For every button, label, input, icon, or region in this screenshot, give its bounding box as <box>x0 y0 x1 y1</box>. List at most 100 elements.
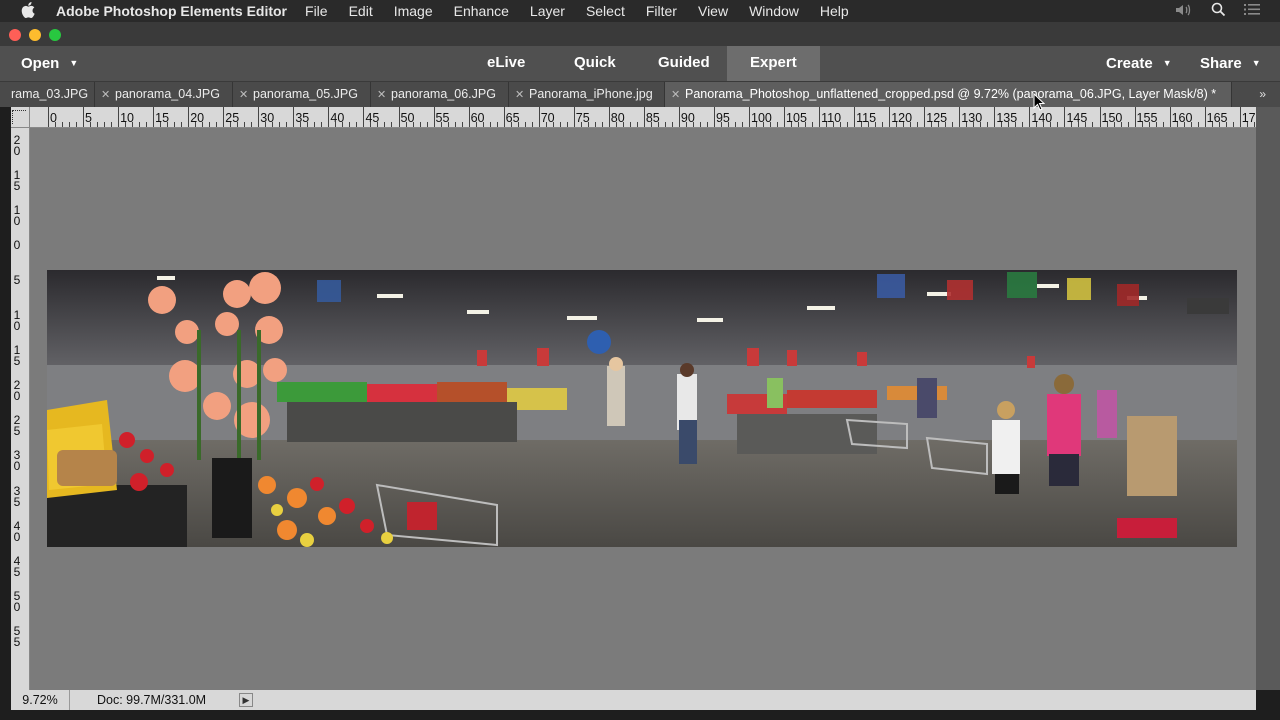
ruler-minor-tick <box>833 122 835 127</box>
ruler-minor-tick <box>349 122 351 127</box>
tab-panorama-photoshop-active[interactable]: ✕ Panorama_Photoshop_unflattened_cropped.… <box>665 82 1232 107</box>
open-button[interactable]: Open ▼ <box>21 46 78 81</box>
menu-window[interactable]: Window <box>749 3 799 19</box>
ruler-minor-tick <box>517 122 519 127</box>
minimize-window-button[interactable] <box>29 29 41 41</box>
volume-icon[interactable] <box>1175 3 1193 20</box>
ruler-minor-tick <box>531 122 533 127</box>
close-icon[interactable]: ✕ <box>671 83 685 107</box>
ruler-minor-tick <box>756 122 757 127</box>
ruler-minor-tick <box>1190 122 1192 127</box>
menu-layer[interactable]: Layer <box>530 3 565 19</box>
ruler-tick-label: 115 <box>856 111 877 125</box>
ruler-major-tick <box>854 107 856 127</box>
ruler-tick-label: 1 0 <box>13 308 21 334</box>
ruler-major-tick <box>503 107 505 127</box>
tab-panorama-03[interactable]: rama_03.JPG <box>0 82 95 107</box>
more-tabs-button[interactable]: » <box>1259 82 1266 106</box>
status-icons <box>1175 0 1280 22</box>
ruler-origin[interactable] <box>11 107 30 128</box>
ruler-tick-label: 155 <box>1136 111 1158 125</box>
menu-filter[interactable]: Filter <box>646 3 677 19</box>
ruler-minor-tick <box>636 122 638 127</box>
tab-quick[interactable]: Quick <box>574 46 616 81</box>
vertical-ruler[interactable]: 2 0 1 5 1 0 0 5 1 0 1 5 2 0 2 5 3 0 3 5 4 0 4 5 5 0 5 … <box>11 128 30 690</box>
chevron-down-icon: ▼ <box>1251 58 1261 68</box>
ruler-tick-label: 0 <box>13 238 21 253</box>
ruler-major-tick <box>573 107 575 127</box>
ruler-minor-tick <box>812 122 814 127</box>
ruler-tick-label: 130 <box>961 111 983 125</box>
ruler-minor-tick <box>356 122 358 127</box>
tab-panorama-06[interactable]: ✕ panorama_06.JPG <box>371 82 509 107</box>
close-icon[interactable]: ✕ <box>239 83 253 107</box>
create-button[interactable]: Create ▼ <box>1106 46 1172 81</box>
tab-label: panorama_06.JPG <box>391 87 496 101</box>
ruler-minor-tick <box>475 122 477 127</box>
close-icon[interactable]: ✕ <box>515 83 529 107</box>
tab-expert[interactable]: Expert <box>727 46 820 81</box>
ruler-minor-tick <box>847 122 849 127</box>
menu-enhance[interactable]: Enhance <box>454 3 509 19</box>
ruler-minor-tick <box>447 122 449 127</box>
ruler-minor-tick <box>489 122 491 127</box>
search-icon[interactable] <box>1211 2 1226 20</box>
ruler-minor-tick <box>524 122 526 127</box>
ruler-tick-label: 110 <box>821 111 842 125</box>
ruler-minor-tick <box>62 122 64 127</box>
ruler-tick-label: 5 5 <box>13 623 21 649</box>
menu-view[interactable]: View <box>698 3 728 19</box>
status-menu-arrow[interactable]: ▶ <box>239 693 253 707</box>
close-icon[interactable]: ✕ <box>377 83 391 107</box>
ruler-minor-tick <box>377 122 379 127</box>
ruler-minor-tick <box>1015 122 1017 127</box>
close-icon[interactable]: ✕ <box>101 83 115 107</box>
ruler-minor-tick <box>1211 122 1213 127</box>
ruler-minor-tick <box>763 122 765 127</box>
tab-panorama-04[interactable]: ✕ panorama_04.JPG <box>95 82 233 107</box>
app-name[interactable]: Adobe Photoshop Elements Editor <box>56 3 287 19</box>
ruler-minor-tick <box>1253 122 1255 127</box>
share-button[interactable]: Share ▼ <box>1200 46 1261 81</box>
create-label: Create <box>1106 55 1153 72</box>
ruler-major-tick <box>153 107 155 127</box>
menu-file[interactable]: File <box>305 3 328 19</box>
ruler-major-tick <box>819 107 821 127</box>
ruler-minor-tick <box>1071 122 1073 127</box>
zoom-window-button[interactable] <box>49 29 61 41</box>
ruler-minor-tick <box>777 122 779 127</box>
apple-icon[interactable] <box>0 1 56 21</box>
ruler-minor-tick <box>734 122 736 127</box>
ruler-minor-tick <box>692 122 694 127</box>
ruler-tick-label: 165 <box>1206 111 1228 125</box>
ruler-minor-tick <box>1218 122 1220 127</box>
menu-help[interactable]: Help <box>820 3 849 19</box>
ruler-minor-tick <box>552 122 554 127</box>
horizontal-ruler[interactable]: 0 5 10 15 20 25 30 35 40 45 50 55 60 65 70 75 80 85 90 95 10… <box>30 107 1256 128</box>
ruler-minor-tick <box>826 122 828 127</box>
ruler-tick-label: 120 <box>891 111 913 125</box>
tab-panorama-iphone[interactable]: ✕ Panorama_iPhone.jpg <box>509 82 665 107</box>
ruler-minor-tick <box>952 122 954 127</box>
canvas-area[interactable] <box>30 128 1256 690</box>
close-window-button[interactable] <box>9 29 21 41</box>
ruler-minor-tick <box>461 122 463 127</box>
panorama-image[interactable] <box>47 270 1237 547</box>
tab-elive[interactable]: eLive <box>487 46 525 81</box>
tab-label: Panorama_Photoshop_unflattened_cropped.p… <box>685 87 1217 101</box>
ruler-minor-tick <box>314 122 316 127</box>
zoom-level-field[interactable]: 9.72% <box>11 690 70 710</box>
ruler-minor-tick <box>160 122 162 127</box>
ruler-major-tick <box>1134 107 1136 127</box>
menu-image[interactable]: Image <box>394 3 433 19</box>
ruler-minor-tick <box>307 122 309 127</box>
menu-edit[interactable]: Edit <box>349 3 373 19</box>
ruler-minor-tick <box>76 122 78 127</box>
ruler-minor-tick <box>195 122 197 127</box>
list-icon[interactable] <box>1244 3 1260 19</box>
ruler-major-tick <box>678 107 680 127</box>
tab-guided[interactable]: Guided <box>658 46 710 81</box>
tab-panorama-05[interactable]: ✕ panorama_05.JPG <box>233 82 371 107</box>
ruler-minor-tick <box>1001 122 1003 127</box>
menu-select[interactable]: Select <box>586 3 625 19</box>
